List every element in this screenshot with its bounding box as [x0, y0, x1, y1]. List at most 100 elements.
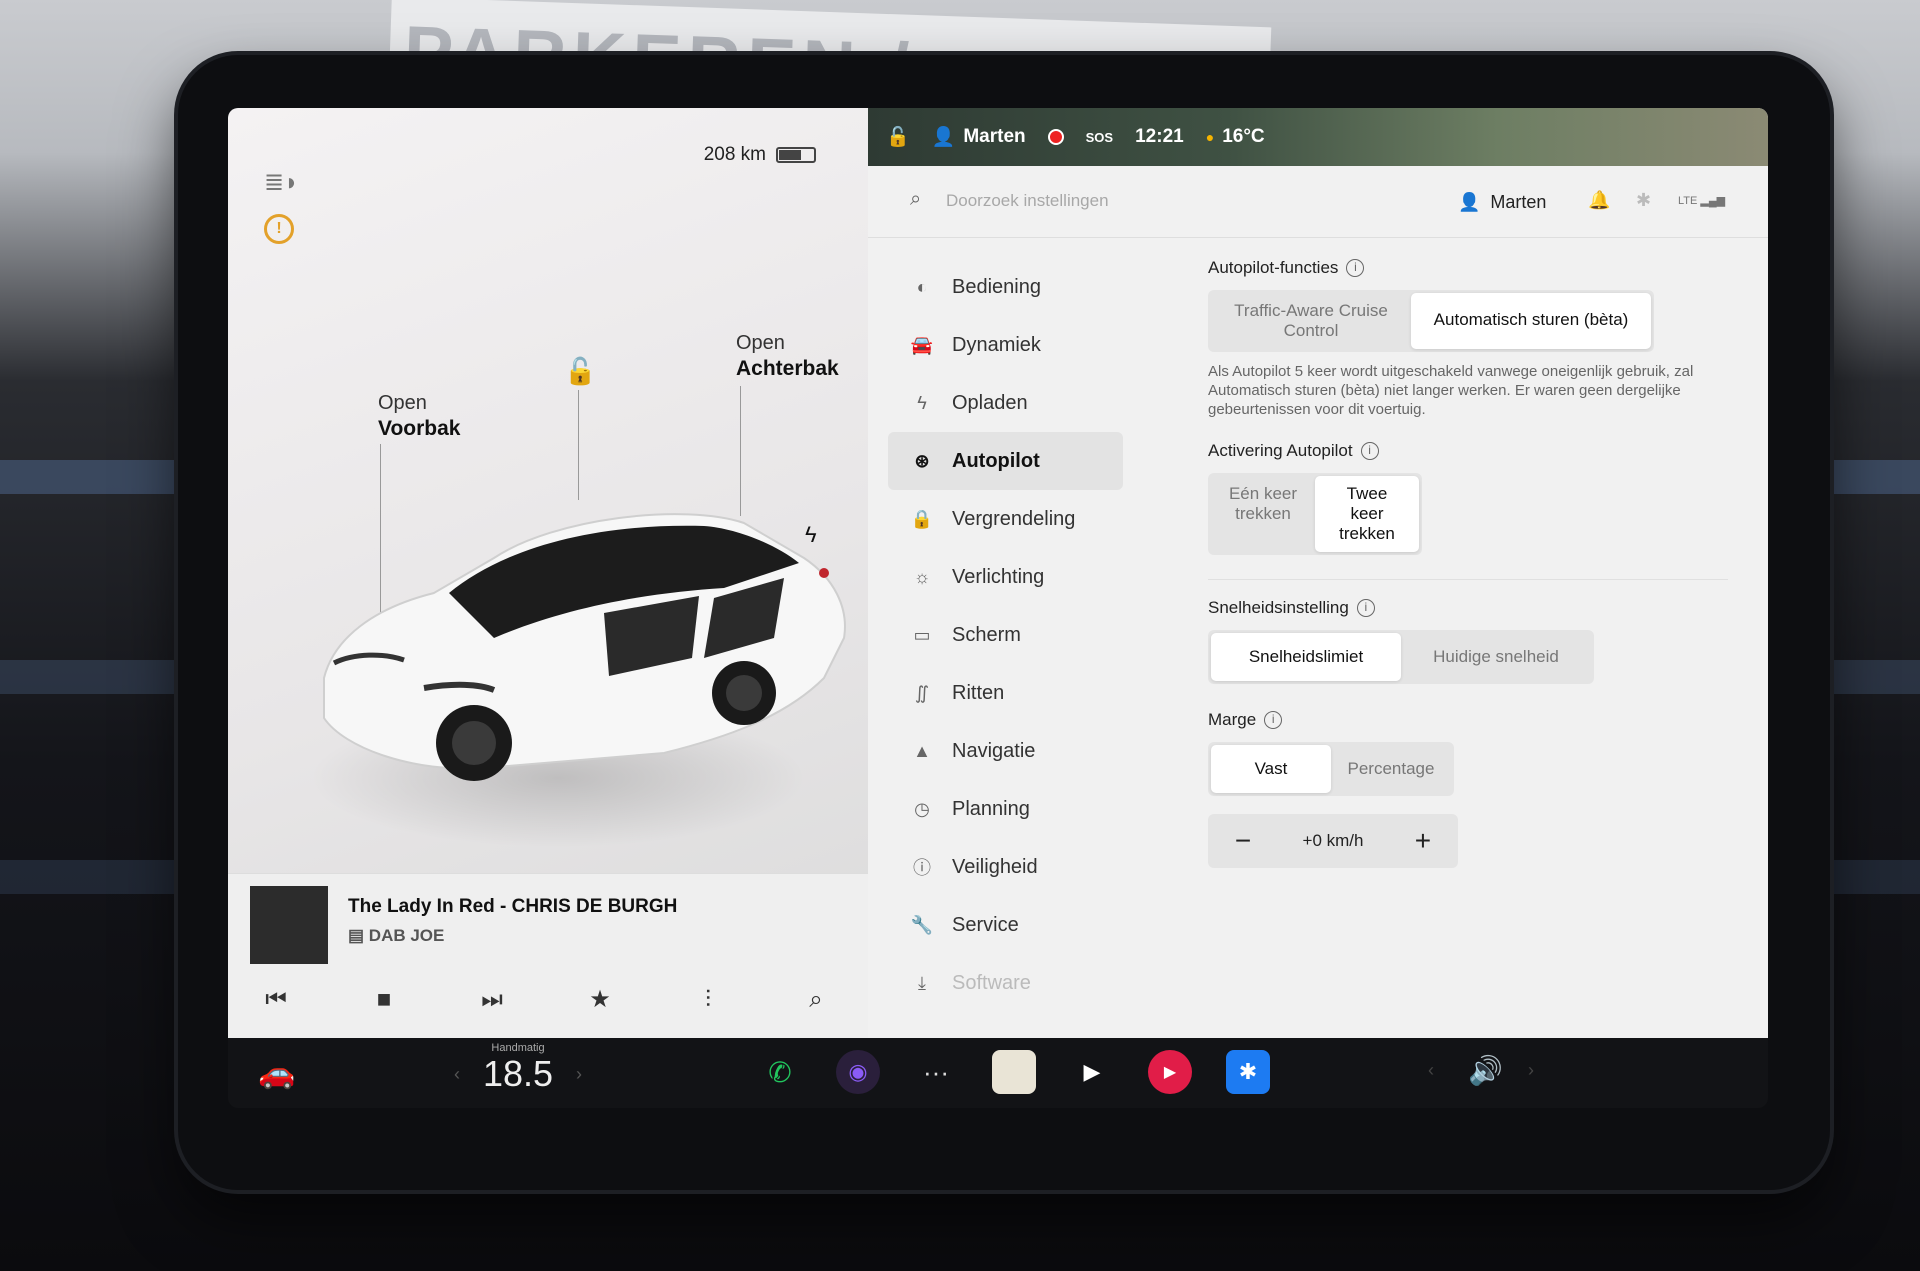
nav-item-navigatie[interactable]: ▲ Navigatie	[888, 722, 1123, 780]
nav-item-planning[interactable]: ◷ Planning	[888, 780, 1123, 838]
temp-up-icon[interactable]: ›	[576, 1064, 582, 1085]
nav-item-label: Scherm	[952, 623, 1021, 646]
activation-selector: Eén keer trekken Twee keer trekken	[1208, 473, 1422, 555]
margin-value: +0 km/h	[1302, 831, 1364, 850]
vehicle-panel: 208 km ≣◗ ! Open Voorbak Open Achterbak …	[228, 108, 868, 1043]
phone-icon[interactable]: ✆	[758, 1050, 802, 1094]
info-icon[interactable]: i	[1264, 711, 1283, 729]
safety-icon: ⓘ	[913, 858, 931, 878]
car-icon[interactable]: 🚗	[258, 1056, 295, 1091]
lock-leader-line	[578, 390, 579, 500]
clock-icon: ◷	[914, 798, 930, 819]
nav-item-veiligheid[interactable]: ⓘ Veiligheid	[888, 838, 1123, 896]
section-title: Marge i	[1208, 710, 1728, 730]
info-icon[interactable]: i	[1360, 442, 1379, 460]
frunk-action: Open	[378, 392, 427, 414]
next-icon[interactable]: ⏭	[472, 980, 512, 1020]
theater-icon[interactable]: ▶	[1070, 1050, 1114, 1094]
battery-icon	[776, 147, 816, 163]
youtube-music-icon[interactable]: ▶	[1148, 1050, 1192, 1094]
decrease-button[interactable]: −	[1228, 825, 1258, 857]
settings-search-input[interactable]	[946, 184, 1346, 218]
option-een-keer-trekken[interactable]: Eén keer trekken	[1211, 476, 1315, 552]
album-art[interactable]	[250, 886, 328, 964]
section-title: Activering Autopilot i	[1208, 441, 1728, 461]
option-huidige-snelheid[interactable]: Huidige snelheid	[1401, 633, 1591, 681]
favorite-icon[interactable]: ★	[580, 980, 620, 1020]
unlock-status-icon[interactable]: 🔓	[886, 125, 910, 149]
cellular-signal-icon: LTE ▂▄▆	[1678, 195, 1726, 207]
margin-selector: Vast Percentage	[1208, 742, 1454, 796]
sos-icon[interactable]: SOS	[1086, 130, 1113, 145]
nav-item-label: Autopilot	[952, 449, 1040, 472]
nav-item-verlichting[interactable]: ☼ Verlichting	[888, 548, 1123, 606]
nav-item-ritten[interactable]: ∬ Ritten	[888, 664, 1123, 722]
display-icon: ▭	[913, 624, 931, 645]
dashcam-record-icon[interactable]	[1047, 129, 1064, 145]
download-icon: ⤓	[918, 972, 926, 993]
profile-button[interactable]: 👤 Marten	[1458, 192, 1546, 213]
song-title: The Lady In Red - CHRIS DE BURGH	[348, 896, 678, 917]
nav-item-label: Ritten	[952, 681, 1005, 704]
volume-icon[interactable]: 🔊	[1468, 1054, 1503, 1087]
previous-icon[interactable]: ⏮	[256, 980, 296, 1020]
info-icon[interactable]: i	[1356, 599, 1375, 617]
increase-button[interactable]: +	[1408, 825, 1438, 857]
frunk-label: Voorbak	[378, 417, 461, 440]
option-twee-keer-trekken[interactable]: Twee keer trekken	[1315, 476, 1419, 552]
bluetooth-icon[interactable]: ✱	[1226, 1050, 1270, 1094]
stop-icon[interactable]: ■	[364, 980, 404, 1020]
climate-control[interactable]: Handmatig 18.5 ‹ ›	[454, 1042, 582, 1094]
trunk-label: Achterbak	[736, 357, 839, 380]
section-title: Snelheidsinstelling i	[1208, 598, 1728, 618]
outside-temperature: ● 16°C	[1206, 126, 1265, 148]
nav-item-software[interactable]: ⤓ Software	[888, 954, 1123, 1012]
navigation-icon: ▲	[913, 740, 931, 761]
trips-icon: ∬	[914, 682, 930, 703]
driver-name: Marten	[963, 126, 1026, 147]
section-divider	[1208, 579, 1728, 580]
nav-item-autopilot[interactable]: ⊛ Autopilot	[888, 432, 1123, 490]
nav-item-label: Service	[952, 913, 1019, 936]
equalizer-icon[interactable]: ⫶	[688, 980, 728, 1020]
settings-nav: ◐ Bediening 🚘 Dynamiek ϟ Opladen ⊛ Autopilot…	[888, 258, 1123, 1012]
clock-time: 12:21	[1135, 126, 1184, 147]
open-frunk-button[interactable]: Open Voorbak	[378, 390, 460, 442]
lock-icon: 🔒	[910, 508, 934, 529]
notes-icon[interactable]	[992, 1050, 1036, 1094]
nav-item-bediening[interactable]: ◐ Bediening	[888, 258, 1123, 316]
bluetooth-icon[interactable]: ✱	[1636, 190, 1651, 211]
option-vast[interactable]: Vast	[1211, 745, 1331, 793]
more-icon[interactable]: ···	[914, 1050, 958, 1094]
volume-up-icon[interactable]: ›	[1528, 1060, 1534, 1081]
volume-down-icon[interactable]: ‹	[1428, 1060, 1434, 1081]
option-snelheidslimiet[interactable]: Snelheidslimiet	[1211, 633, 1401, 681]
autopilot-features-selector: Traffic-Aware Cruise Control Automatisch…	[1208, 290, 1654, 352]
temp-down-icon[interactable]: ‹	[454, 1064, 460, 1085]
option-automatisch-sturen[interactable]: Automatisch sturen (bèta)	[1411, 293, 1651, 349]
driver-profile[interactable]: 👤 Marten	[932, 125, 1026, 149]
info-icon[interactable]: i	[1346, 259, 1365, 277]
nav-item-label: Verlichting	[952, 565, 1045, 588]
camera-icon[interactable]: ◉	[836, 1050, 880, 1094]
status-bar: 🔓 👤 Marten SOS 12:21 ● 16°C	[868, 108, 1768, 166]
option-percentage[interactable]: Percentage	[1331, 745, 1451, 793]
range-indicator: 208 km	[704, 144, 816, 166]
nav-item-vergrendeling[interactable]: 🔒 Vergrendeling	[888, 490, 1123, 548]
open-trunk-button[interactable]: Open Achterbak	[736, 330, 839, 382]
touchscreen: 208 km ≣◗ ! Open Voorbak Open Achterbak …	[228, 108, 1768, 1108]
wrench-icon: 🔧	[910, 914, 934, 935]
option-traffic-aware-cruise-control[interactable]: Traffic-Aware Cruise Control	[1211, 293, 1411, 349]
search-icon: ⌕	[910, 188, 922, 210]
network-label: LTE	[1678, 195, 1698, 207]
nav-item-opladen[interactable]: ϟ Opladen	[888, 374, 1123, 432]
search-icon[interactable]: ⌕	[796, 980, 836, 1020]
nav-item-service[interactable]: 🔧 Service	[888, 896, 1123, 954]
car-icon: 🚘	[910, 334, 934, 355]
nav-item-label: Planning	[952, 797, 1030, 820]
nav-item-scherm[interactable]: ▭ Scherm	[888, 606, 1123, 664]
nav-item-label: Veiligheid	[952, 855, 1038, 878]
unlock-icon[interactable]: 🔓	[564, 356, 596, 387]
notification-bell-icon[interactable]: 🔔	[1588, 190, 1610, 211]
nav-item-dynamiek[interactable]: 🚘 Dynamiek	[888, 316, 1123, 374]
